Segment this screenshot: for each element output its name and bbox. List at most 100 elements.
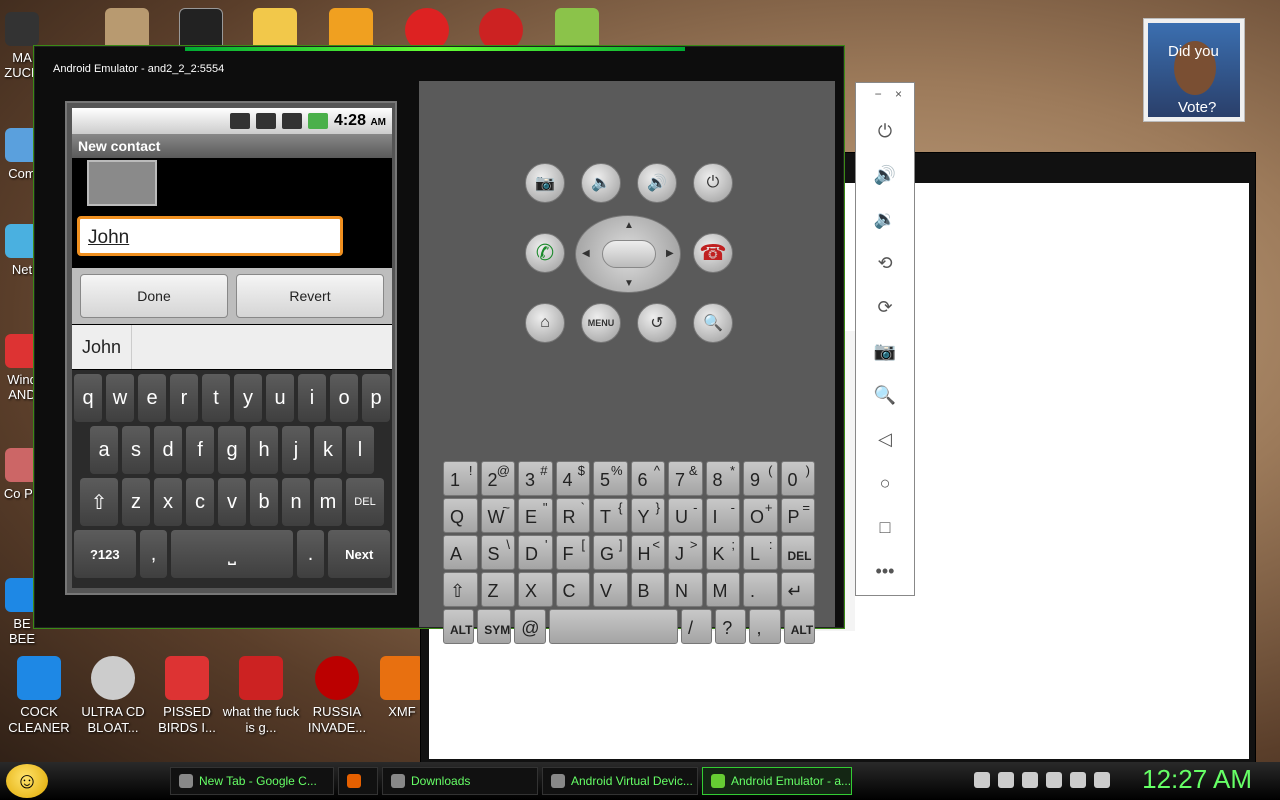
hw-key[interactable]: 2 @ — [480, 461, 515, 496]
hw-key[interactable]: 9( — [743, 461, 778, 496]
key-c[interactable]: c — [186, 478, 214, 526]
hw-key[interactable]: , — [749, 609, 781, 644]
key-m[interactable]: m — [314, 478, 342, 526]
key-t[interactable]: t — [202, 374, 230, 422]
hw-key[interactable]: G] — [593, 535, 628, 570]
key-k[interactable]: k — [314, 426, 342, 474]
revert-button[interactable]: Revert — [236, 274, 384, 318]
start-button[interactable]: ☺ — [6, 764, 48, 798]
done-button[interactable]: Done — [80, 274, 228, 318]
overview-icon[interactable]: □ — [856, 505, 914, 549]
hw-key[interactable]: D ' — [518, 535, 553, 570]
key-q[interactable]: q — [74, 374, 102, 422]
dpad[interactable]: ▲ ▼ ◀ ▶ — [575, 215, 681, 293]
hw-key[interactable]: R ` — [555, 498, 590, 533]
emulator-window[interactable]: Android Emulator - and2_2_2:5554 4:28 AM… — [34, 46, 844, 644]
search-tray-icon[interactable] — [974, 772, 990, 788]
close-icon[interactable]: × — [895, 87, 902, 101]
hw-key[interactable]: H < — [630, 535, 665, 570]
zoom-icon[interactable]: 🔍 — [856, 373, 914, 417]
camera-key-icon[interactable]: 📷 — [525, 163, 565, 203]
rotate-right-icon[interactable]: ⟳ — [856, 285, 914, 329]
tray-icon[interactable] — [1046, 772, 1062, 788]
dpad-right-icon[interactable]: ▶ — [666, 248, 674, 259]
hw-key[interactable]: SYM — [477, 609, 512, 644]
key-w[interactable]: w — [106, 374, 134, 422]
power-icon[interactable]: ⏻ — [856, 109, 914, 153]
hw-key[interactable]: 8 * — [705, 461, 740, 496]
hw-key[interactable]: ⇧ — [443, 572, 478, 607]
desktop-icon-russia[interactable]: RUSSIA INVADE... — [298, 656, 376, 736]
taskbar-item-firefox[interactable] — [338, 767, 378, 795]
key-del[interactable]: DEL — [346, 478, 384, 526]
key-g[interactable]: g — [218, 426, 246, 474]
rotate-left-icon[interactable]: ⟲ — [856, 241, 914, 285]
hw-key[interactable]: O + — [743, 498, 778, 533]
key-h[interactable]: h — [250, 426, 278, 474]
space-key[interactable]: ⎵ — [171, 530, 293, 578]
minimize-icon[interactable]: − — [875, 87, 882, 101]
home-icon[interactable]: ○ — [856, 461, 914, 505]
key-i[interactable]: i — [298, 374, 326, 422]
hw-key[interactable]: 4 $ — [555, 461, 590, 496]
hw-key[interactable]: Q — [443, 498, 478, 533]
hw-key[interactable]: ? — [715, 609, 747, 644]
back-icon[interactable]: ◁ — [856, 417, 914, 461]
dpad-up-icon[interactable]: ▲ — [624, 220, 634, 231]
next-key[interactable]: Next — [328, 530, 390, 578]
key-p[interactable]: p — [362, 374, 390, 422]
key-a[interactable]: a — [90, 426, 118, 474]
hw-key[interactable]: ↵ — [780, 572, 815, 607]
hw-key[interactable]: 3 # — [518, 461, 553, 496]
hw-key[interactable]: 1! — [443, 461, 478, 496]
hw-key[interactable]: A — [443, 535, 478, 570]
key-d[interactable]: d — [154, 426, 182, 474]
phone-screen[interactable]: 4:28 AM New contact John Done Revert Joh… — [72, 108, 392, 588]
hw-key[interactable]: X — [518, 572, 553, 607]
key-shift[interactable]: ⇧ — [80, 478, 118, 526]
hw-key[interactable]: S \ — [480, 535, 515, 570]
key-f[interactable]: f — [186, 426, 214, 474]
hw-key[interactable]: M — [705, 572, 740, 607]
hw-key[interactable]: K; — [705, 535, 740, 570]
desktop-icon-angry-space[interactable]: what the fuck is g... — [222, 656, 300, 736]
hw-key[interactable]: / — [680, 609, 713, 644]
hw-key[interactable]: B — [630, 572, 665, 607]
tray-icon[interactable] — [1022, 772, 1038, 788]
hw-key[interactable]: 6 ^ — [630, 461, 665, 496]
hw-key[interactable]: E " — [518, 498, 553, 533]
hw-key[interactable]: I- — [705, 498, 740, 533]
hw-key[interactable]: L: — [743, 535, 778, 570]
desktop-icon-cock-cleaner[interactable]: COCK CLEANER — [0, 656, 78, 736]
end-call-key-icon[interactable]: ☎ — [693, 233, 733, 273]
hw-key[interactable]: C — [555, 572, 590, 607]
name-input[interactable]: John — [77, 216, 343, 256]
hw-key[interactable]: J > — [668, 535, 703, 570]
hw-key[interactable]: W ~ — [480, 498, 515, 533]
hw-key[interactable]: P = — [780, 498, 815, 533]
hw-key[interactable]: V — [593, 572, 628, 607]
photo-widget[interactable]: Did you Vote? — [1143, 18, 1245, 122]
hw-key[interactable]: U- — [668, 498, 703, 533]
hw-key[interactable]: F[ — [555, 535, 590, 570]
dpad-left-icon[interactable]: ◀ — [582, 248, 590, 259]
hw-key[interactable]: 5% — [593, 461, 628, 496]
call-key-icon[interactable]: ✆ — [525, 233, 565, 273]
key-v[interactable]: v — [218, 478, 246, 526]
hw-key[interactable]: ALT — [443, 609, 475, 644]
key-x[interactable]: x — [154, 478, 182, 526]
volume-down-icon[interactable]: 🔉 — [856, 197, 914, 241]
dpad-center-button[interactable] — [602, 240, 656, 268]
contact-photo-button[interactable] — [87, 160, 157, 206]
period-key[interactable]: . — [296, 530, 325, 578]
key-y[interactable]: y — [234, 374, 262, 422]
hw-space-key[interactable] — [548, 609, 678, 644]
search-key-icon[interactable]: 🔍 — [693, 303, 733, 343]
taskbar-item-downloads[interactable]: Downloads — [382, 767, 538, 795]
key-b[interactable]: b — [250, 478, 278, 526]
key-j[interactable]: j — [282, 426, 310, 474]
hw-key[interactable]: T{ — [593, 498, 628, 533]
home-key-icon[interactable]: ⌂ — [525, 303, 565, 343]
volume-down-key-icon[interactable]: 🔈 — [581, 163, 621, 203]
more-icon[interactable]: ••• — [856, 549, 914, 593]
